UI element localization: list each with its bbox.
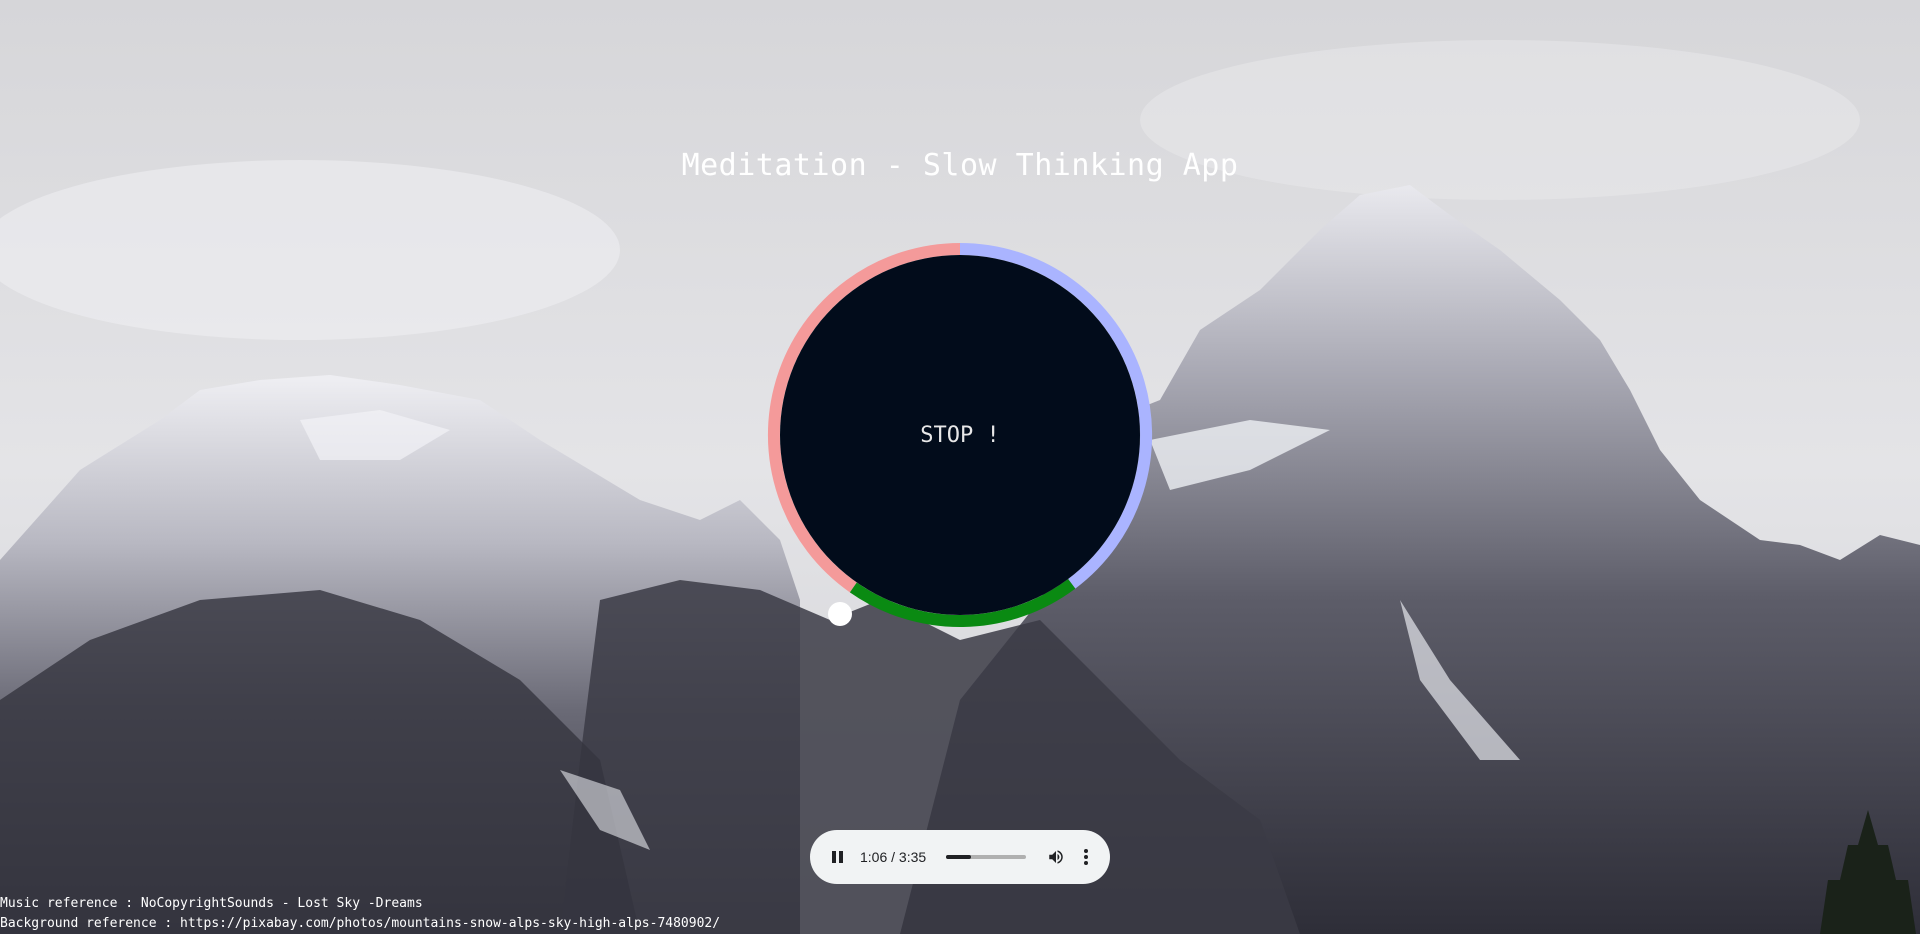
background-reference: Background reference : https://pixabay.c… [0,916,721,931]
app-title: Meditation - Slow Thinking App [681,148,1239,183]
credits: Music reference : NoCopyrightSounds - Lo… [0,894,720,934]
pause-icon[interactable] [828,848,846,866]
ring-progress-indicator [828,602,852,626]
volume-icon[interactable] [1046,847,1066,867]
more-vert-icon[interactable] [1078,847,1094,867]
audio-seek-bar[interactable] [946,855,1027,859]
audio-seek-progress [946,855,971,859]
audio-player: 1:06 / 3:35 [810,830,1110,884]
stop-button[interactable]: STOP ! [780,255,1140,615]
audio-time-display: 1:06 / 3:35 [860,849,927,865]
music-reference: Music reference : NoCopyrightSounds - Lo… [0,896,423,911]
breathing-timer: STOP ! [765,240,1155,630]
stop-button-label: STOP ! [920,422,1000,448]
